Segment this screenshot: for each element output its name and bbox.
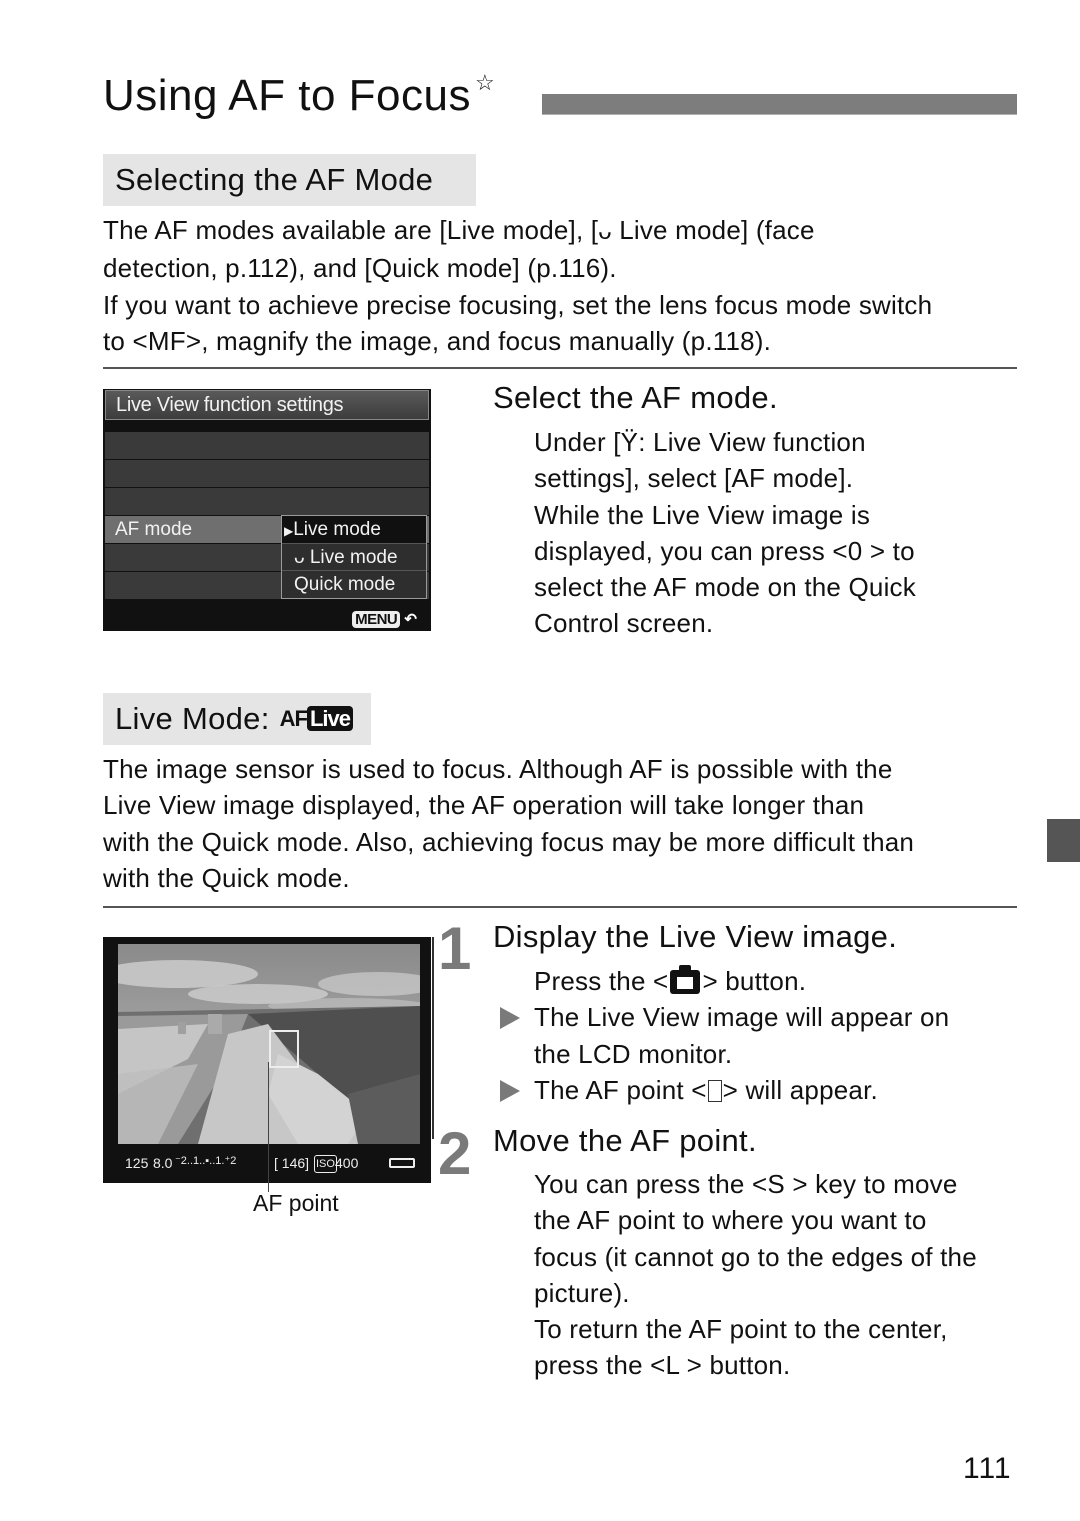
menu-row-empty <box>105 488 429 515</box>
step-heading-select-af-mode: Select the AF mode. <box>493 380 778 415</box>
face-detection-icon: ᴗ <box>598 218 612 245</box>
shutter-speed: 125 <box>125 1155 149 1171</box>
section-divider <box>103 367 1017 369</box>
af-option-live-mode: ▶Live mode <box>282 516 426 543</box>
af-option-quick-mode: Quick mode <box>282 570 426 597</box>
page-title: Using AF to Focus ☆ <box>103 70 496 120</box>
coastline-photo <box>118 944 420 1144</box>
callout-af-point: AF point <box>253 1190 339 1216</box>
section-heading-selecting-af-mode: Selecting the AF Mode <box>103 154 476 206</box>
return-icon: ↶ <box>404 611 417 628</box>
advanced-star-icon: ☆ <box>474 70 496 95</box>
step-number: 1 <box>438 915 472 982</box>
af-mode-intro-paragraph: The AF modes available are [Live mode], … <box>103 215 933 356</box>
face-detection-icon: ᴗ <box>294 547 305 568</box>
battery-icon <box>389 1158 415 1168</box>
aperture: 8.0 <box>153 1155 173 1171</box>
page-number: 111 <box>963 1452 1012 1485</box>
result-bullet: The AF point < > will appear. <box>500 1072 1024 1108</box>
step-1-instructions: Press the < > button. The Live View image… <box>500 963 1024 1108</box>
exposure-level-scale: ⁻2..1..▪..1.⁺2 <box>175 1155 237 1167</box>
selection-cursor-icon: ▶ <box>284 524 294 538</box>
step-number: 2 <box>438 1120 472 1187</box>
iso-icon: ISO <box>314 1155 337 1173</box>
step-heading-display-live-view: Display the Live View image. <box>493 919 898 954</box>
result-arrow-icon <box>500 1007 520 1030</box>
live-view-button-icon <box>670 965 701 994</box>
camera-menu-screenshot: Live View function settings AF mode ▶Liv… <box>103 389 431 631</box>
result-bullet: The Live View image will appear on the L… <box>500 999 1024 1072</box>
menu-row-empty <box>105 460 429 487</box>
chapter-thumb-tab <box>1047 819 1080 862</box>
live-mode-paragraph: The image sensor is used to focus. Altho… <box>103 754 915 893</box>
title-decoration-bar <box>542 94 1017 115</box>
section-divider <box>103 906 1017 908</box>
af-live-mode-icon: AF Live <box>280 693 353 745</box>
af-point-frame <box>269 1030 299 1068</box>
step-2-instructions: You can press the <S > key to move the A… <box>534 1169 977 1381</box>
select-af-mode-instructions: Under [Ÿ: Live View function settings], … <box>534 427 916 639</box>
result-arrow-icon <box>500 1079 520 1102</box>
step-bracket <box>432 937 434 1139</box>
af-option-face-live-mode: ᴗ Live mode <box>282 543 426 570</box>
callout-line <box>268 1062 269 1192</box>
section-heading-live-mode: Live Mode: AF Live <box>103 693 371 745</box>
live-view-screenshot: 125 8.0 ⁻2..1..▪..1.⁺2 [ 146] ISO 400 <box>103 937 431 1183</box>
iso-value: 400 <box>335 1155 359 1171</box>
step-heading-move-af-point: Move the AF point. <box>493 1123 757 1158</box>
af-point-icon <box>707 1079 722 1102</box>
menu-row-empty <box>105 432 429 459</box>
shots-remaining: [ 146] <box>274 1155 310 1171</box>
menu-header: Live View function settings <box>105 390 429 420</box>
menu-back-indicator: MENU ↶ <box>352 610 417 628</box>
af-mode-dropdown: ▶Live mode ᴗ Live mode Quick mode <box>281 515 427 599</box>
